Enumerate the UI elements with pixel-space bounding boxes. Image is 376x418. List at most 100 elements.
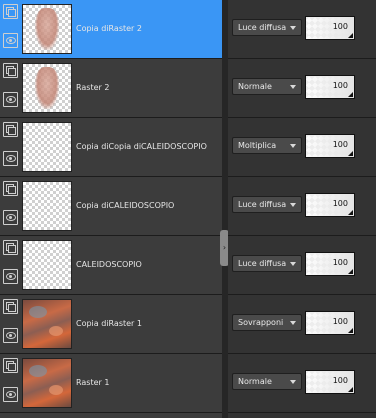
blend-mode-select[interactable]: Moltiplica [232, 137, 302, 154]
chevron-down-icon [290, 26, 296, 30]
chevron-down-icon [290, 144, 296, 148]
layer-properties-row: Luce diffusa 100 [228, 0, 376, 59]
blend-mode-select[interactable]: Luce diffusa [232, 255, 302, 272]
thumbnail-detail [29, 365, 47, 377]
blend-mode-select[interactable]: Sovrapponi [232, 314, 302, 331]
blend-mode-label: Normale [238, 82, 272, 91]
layer-properties-row: Moltiplica 100 [228, 118, 376, 177]
layer-properties-row: Sovrapponi 100 [228, 295, 376, 354]
opacity-slider[interactable]: 100 [305, 370, 355, 394]
chevron-down-icon [290, 203, 296, 207]
layer-group-icon[interactable] [3, 181, 18, 196]
layer-thumbnail [22, 299, 72, 349]
layer-icons [3, 181, 19, 225]
thumbnail-detail [29, 306, 47, 318]
opacity-slider[interactable]: 100 [305, 16, 355, 40]
blend-mode-label: Sovrapponi [238, 318, 284, 327]
layer-group-icon[interactable] [3, 4, 18, 19]
resize-corner-icon [348, 387, 353, 392]
layer-properties-row: Luce diffusa 100 [228, 236, 376, 295]
layer-icons [3, 299, 19, 343]
layer-thumbnail [22, 240, 72, 290]
layer-row[interactable]: Raster 2 [0, 59, 222, 118]
layer-icons [3, 240, 19, 284]
layer-name: Raster 2 [76, 83, 110, 92]
blend-mode-label: Moltiplica [238, 141, 277, 150]
blend-mode-label: Luce diffusa [238, 23, 287, 32]
layer-name: Copia diCALEIDOSCOPIO [76, 201, 175, 210]
eye-icon[interactable] [3, 328, 18, 343]
layer-icons [3, 122, 19, 166]
layers-panel: Copia diRaster 2 Raster 2 Copia diCopia … [0, 0, 376, 418]
layer-row[interactable]: Copia diRaster 1 [0, 295, 222, 354]
eye-icon[interactable] [3, 269, 18, 284]
eye-icon[interactable] [3, 92, 18, 107]
layer-properties-row: Normale 100 [228, 59, 376, 118]
resize-corner-icon [348, 269, 353, 274]
thumbnail-face [35, 8, 59, 50]
opacity-value: 100 [332, 199, 348, 208]
layer-name: Raster 1 [76, 378, 110, 387]
layer-thumbnail [22, 181, 72, 231]
layer-group-icon[interactable] [3, 63, 18, 78]
opacity-value: 100 [332, 81, 348, 90]
blend-mode-select[interactable]: Normale [232, 373, 302, 390]
layer-row[interactable]: Copia diCopia diCALEIDOSCOPIO [0, 118, 222, 177]
resize-corner-icon [348, 33, 353, 38]
thumbnail-face [35, 67, 59, 109]
layer-icons [3, 358, 19, 402]
blend-mode-select[interactable]: Luce diffusa [232, 19, 302, 36]
chevron-down-icon [290, 262, 296, 266]
eye-icon[interactable] [3, 387, 18, 402]
opacity-value: 100 [332, 22, 348, 31]
eye-icon[interactable] [3, 210, 18, 225]
layer-name: Copia diCopia diCALEIDOSCOPIO [76, 142, 207, 151]
blend-mode-label: Luce diffusa [238, 200, 287, 209]
layer-properties-row: Luce diffusa 100 [228, 177, 376, 236]
resize-corner-icon [348, 210, 353, 215]
chevron-down-icon [290, 380, 296, 384]
eye-icon[interactable] [3, 151, 18, 166]
opacity-slider[interactable]: 100 [305, 193, 355, 217]
layer-icons [3, 63, 19, 107]
layer-group-icon[interactable] [3, 122, 18, 137]
opacity-slider[interactable]: 100 [305, 252, 355, 276]
layer-thumbnail [22, 358, 72, 408]
layer-group-icon[interactable] [3, 358, 18, 373]
layer-row[interactable]: Copia diCALEIDOSCOPIO [0, 177, 222, 236]
chevron-down-icon [290, 85, 296, 89]
layer-row[interactable]: Copia diRaster 2 [0, 0, 222, 59]
layer-name: Copia diRaster 1 [76, 319, 142, 328]
blend-mode-select[interactable]: Luce diffusa [232, 196, 302, 213]
opacity-slider[interactable]: 100 [305, 311, 355, 335]
opacity-value: 100 [332, 376, 348, 385]
layer-group-icon[interactable] [3, 240, 18, 255]
chevron-down-icon [290, 321, 296, 325]
layer-name: Copia diRaster 2 [76, 24, 142, 33]
layer-thumbnail [22, 122, 72, 172]
opacity-value: 100 [332, 258, 348, 267]
layer-icons [3, 4, 19, 48]
layer-properties-row: Normale 100 [228, 354, 376, 413]
thumbnail-detail [49, 385, 63, 395]
resize-corner-icon [348, 92, 353, 97]
layer-thumbnail [22, 4, 72, 54]
blend-mode-label: Normale [238, 377, 272, 386]
layer-row[interactable]: Raster 1 [0, 354, 222, 413]
eye-icon[interactable] [3, 33, 18, 48]
resize-corner-icon [348, 151, 353, 156]
opacity-slider[interactable]: 100 [305, 134, 355, 158]
resize-corner-icon [348, 328, 353, 333]
layer-thumbnail [22, 63, 72, 113]
layer-row[interactable]: CALEIDOSCOPIO [0, 236, 222, 295]
blend-mode-select[interactable]: Normale [232, 78, 302, 95]
thumbnail-detail [49, 326, 63, 336]
layer-name: CALEIDOSCOPIO [76, 260, 142, 269]
layer-properties: Luce diffusa 100 Normale 100 Moltiplica [228, 0, 376, 418]
opacity-slider[interactable]: 100 [305, 75, 355, 99]
layer-list: Copia diRaster 2 Raster 2 Copia diCopia … [0, 0, 222, 418]
blend-mode-label: Luce diffusa [238, 259, 287, 268]
opacity-value: 100 [332, 140, 348, 149]
layer-group-icon[interactable] [3, 299, 18, 314]
opacity-value: 100 [332, 317, 348, 326]
